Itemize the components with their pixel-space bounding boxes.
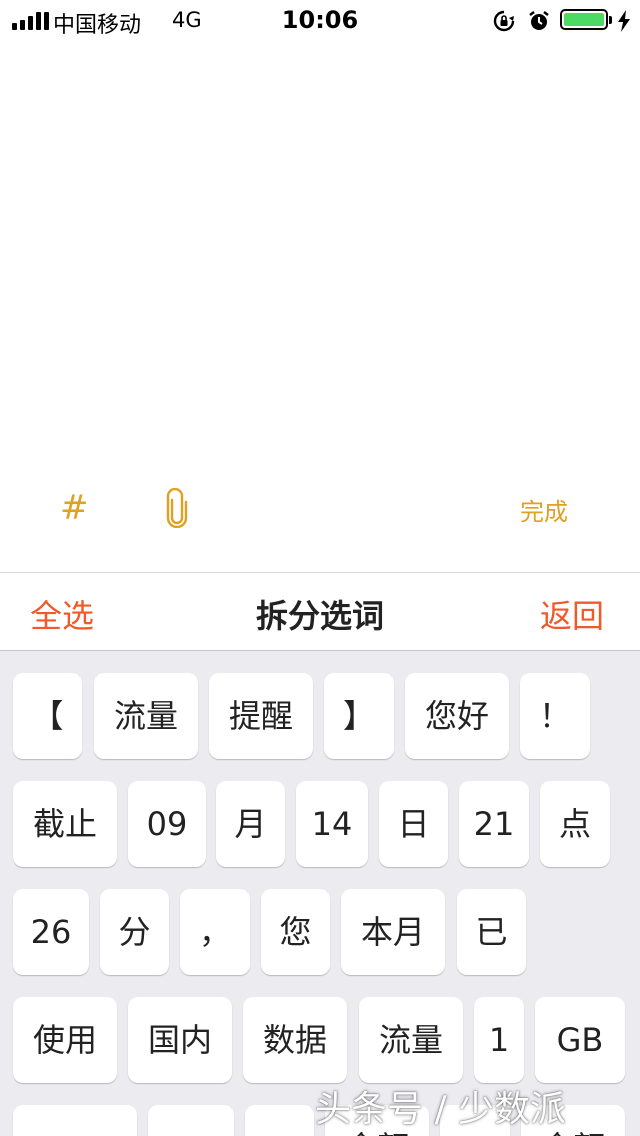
word-chip[interactable]: ！ — [520, 673, 590, 759]
word-chip[interactable] — [13, 1105, 137, 1136]
word-chip[interactable] — [148, 1105, 234, 1136]
word-chip[interactable]: 分 — [100, 889, 169, 975]
word-chip[interactable]: 点 — [540, 781, 610, 867]
split-header: 全选 拆分选词 返回 — [0, 572, 640, 651]
word-chip[interactable]: 截止 — [13, 781, 117, 867]
word-chip[interactable]: 】 — [324, 673, 394, 759]
done-button[interactable]: 完成 — [520, 492, 568, 527]
status-bar: 中国移动 4G 10:06 — [0, 0, 640, 40]
battery-tip — [609, 16, 612, 24]
word-chip[interactable]: GB — [535, 997, 625, 1083]
word-chip[interactable]: 本月 — [341, 889, 445, 975]
word-chip[interactable]: 您好 — [405, 673, 509, 759]
word-chip[interactable]: 流量 — [359, 997, 463, 1083]
word-chip[interactable]: 国内 — [128, 997, 232, 1083]
word-chip[interactable]: 数据 — [243, 997, 347, 1083]
rotation-lock-icon — [493, 10, 515, 32]
word-chip[interactable]: 14 — [296, 781, 368, 867]
word-chip[interactable]: 【 — [13, 673, 82, 759]
word-chip[interactable] — [245, 1105, 314, 1136]
charging-icon — [618, 10, 630, 32]
watermark: 头条号 / 少数派 — [315, 1089, 567, 1130]
word-chip[interactable]: 日 — [379, 781, 448, 867]
word-chip[interactable]: 已 — [457, 889, 526, 975]
word-chip[interactable]: 提醒 — [209, 673, 313, 759]
paperclip-icon[interactable] — [164, 488, 190, 528]
word-chip[interactable]: 1 — [474, 997, 524, 1083]
tag-button[interactable]: # — [60, 488, 89, 528]
alarm-icon — [529, 11, 549, 30]
word-chip[interactable]: 21 — [459, 781, 529, 867]
word-chip[interactable]: 流量 — [94, 673, 198, 759]
word-chip[interactable]: 26 — [13, 889, 89, 975]
back-button[interactable]: 返回 — [540, 591, 604, 637]
word-grid: 【 流量 提醒 】 您好 ！ 截止 09 月 14 日 21 点 26 分 ， … — [0, 651, 640, 1136]
word-chip[interactable]: ， — [180, 889, 250, 975]
word-chip[interactable]: 使用 — [13, 997, 117, 1083]
word-chip[interactable]: 您 — [261, 889, 330, 975]
battery-icon — [560, 9, 608, 30]
word-chip[interactable]: 月 — [216, 781, 285, 867]
word-chip[interactable]: 09 — [128, 781, 206, 867]
